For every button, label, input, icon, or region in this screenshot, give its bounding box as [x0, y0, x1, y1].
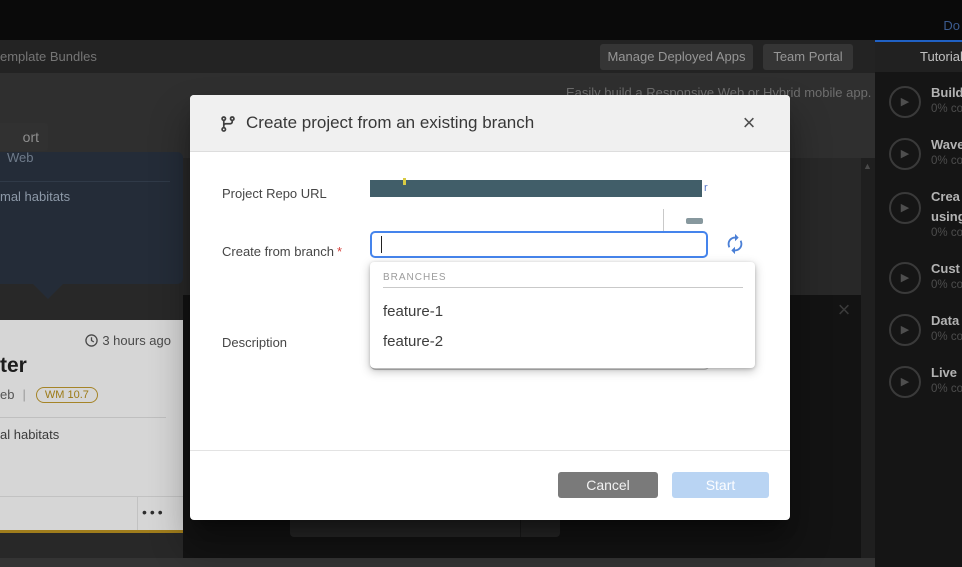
tutorial-item-progress: 0% co — [931, 279, 962, 291]
background-panel-close-icon[interactable]: × — [832, 298, 856, 322]
play-icon[interactable]: ▶ — [889, 138, 921, 170]
background-dialog-footer-divider — [520, 520, 521, 537]
branch-option[interactable]: feature-1 — [383, 303, 443, 320]
card-menu-divider — [137, 496, 138, 530]
project-platform-row: eb | WM 10.7 — [0, 387, 98, 404]
tutorial-item-progress: 0% co — [931, 383, 962, 395]
scroll-up-arrow-icon[interactable]: ▲ — [863, 161, 872, 171]
project-platform: eb — [0, 387, 14, 402]
tutorial-item-title[interactable]: Live — [931, 365, 957, 380]
clock-icon — [85, 334, 98, 347]
tooltip-platform-text: Web — [7, 152, 34, 165]
repo-url-trailing-char: r — [704, 182, 708, 194]
tutorial-item-title[interactable]: Wave — [931, 137, 962, 152]
project-title: ter — [0, 354, 27, 378]
tutorial-item-title-line2[interactable]: using — [931, 209, 962, 224]
play-icon[interactable]: ▶ — [889, 314, 921, 346]
text-caret — [381, 236, 382, 253]
card-footer-divider — [0, 496, 183, 497]
project-description: al habitats — [0, 427, 59, 442]
branches-group-header: BRANCHES — [383, 272, 447, 283]
card-more-menu-icon[interactable]: ••• — [142, 504, 166, 520]
branch-label: Create from branch — [222, 244, 334, 259]
manage-deployed-apps-button[interactable]: Manage Deployed Apps — [600, 44, 753, 70]
version-badge: WM 10.7 — [36, 387, 98, 403]
play-icon[interactable]: ▶ — [889, 262, 921, 294]
tooltip-arrow — [33, 284, 63, 299]
selection-artifact-dash — [686, 218, 703, 224]
app-root: Do emplate Bundles Manage Deployed Apps … — [0, 0, 962, 567]
vertical-scrollbar[interactable] — [861, 158, 875, 558]
tutorials-tab[interactable]: Tutorial — [875, 40, 962, 72]
git-branch-icon — [219, 114, 237, 134]
branch-option[interactable]: feature-2 — [383, 333, 443, 350]
project-tooltip: Web mal habitats — [0, 152, 183, 284]
modal-footer-divider — [190, 450, 790, 451]
refresh-branches-icon[interactable] — [724, 233, 746, 255]
import-button[interactable]: ort — [0, 123, 48, 151]
play-icon[interactable]: ▶ — [889, 86, 921, 118]
modal-header: Create project from an existing branch × — [190, 95, 790, 152]
branches-dropdown: BRANCHES feature-1 feature-2 — [370, 262, 755, 368]
play-icon[interactable]: ▶ — [889, 192, 921, 224]
cancel-button[interactable]: Cancel — [558, 472, 658, 498]
tooltip-divider — [0, 181, 170, 182]
template-bundles-tab[interactable]: emplate Bundles — [0, 49, 97, 64]
docs-link[interactable]: Do — [943, 18, 960, 33]
branches-group-underline — [383, 287, 743, 288]
tutorials-panel: Tutorial ▶ Build 0% co ▶ Wave 0% co ▶ Cr… — [875, 40, 962, 567]
team-portal-button[interactable]: Team Portal — [763, 44, 853, 70]
project-timestamp-label: 3 hours ago — [102, 333, 171, 348]
tutorial-item-progress: 0% co — [931, 331, 962, 343]
project-timestamp: 3 hours ago — [85, 333, 171, 348]
play-icon[interactable]: ▶ — [889, 366, 921, 398]
tutorial-item-progress: 0% co — [931, 227, 962, 239]
branch-combobox-input[interactable] — [370, 231, 708, 258]
tutorial-item-title[interactable]: Crea — [931, 189, 960, 204]
card-divider — [0, 417, 166, 418]
start-button[interactable]: Start — [672, 472, 769, 498]
secondary-nav-bar: emplate Bundles Manage Deployed Apps Tea… — [0, 40, 875, 73]
description-label: Description — [222, 335, 287, 350]
tutorial-item-progress: 0% co — [931, 155, 962, 167]
create-project-modal: Create project from an existing branch ×… — [190, 95, 790, 520]
modal-close-icon[interactable]: × — [734, 109, 764, 139]
tutorial-item-progress: 0% co — [931, 103, 962, 115]
selection-artifact — [403, 178, 406, 185]
modal-title: Create project from an existing branch — [246, 113, 534, 133]
tutorial-item-title[interactable]: Data — [931, 313, 959, 328]
tooltip-description-text: mal habitats — [0, 189, 70, 204]
repo-url-value-selected[interactable] — [370, 180, 702, 197]
project-card[interactable]: 3 hours ago ter eb | WM 10.7 al habitats •… — [0, 320, 183, 533]
top-app-bar: Do — [0, 0, 962, 40]
page-footer-strip — [0, 558, 875, 567]
tutorial-item-title[interactable]: Build — [931, 85, 962, 100]
branch-label-row: Create from branch* — [222, 244, 342, 259]
required-asterisk: * — [337, 244, 342, 259]
repo-url-label: Project Repo URL — [222, 186, 327, 201]
tutorial-item-title[interactable]: Cust — [931, 261, 960, 276]
platform-separator: | — [22, 387, 25, 402]
